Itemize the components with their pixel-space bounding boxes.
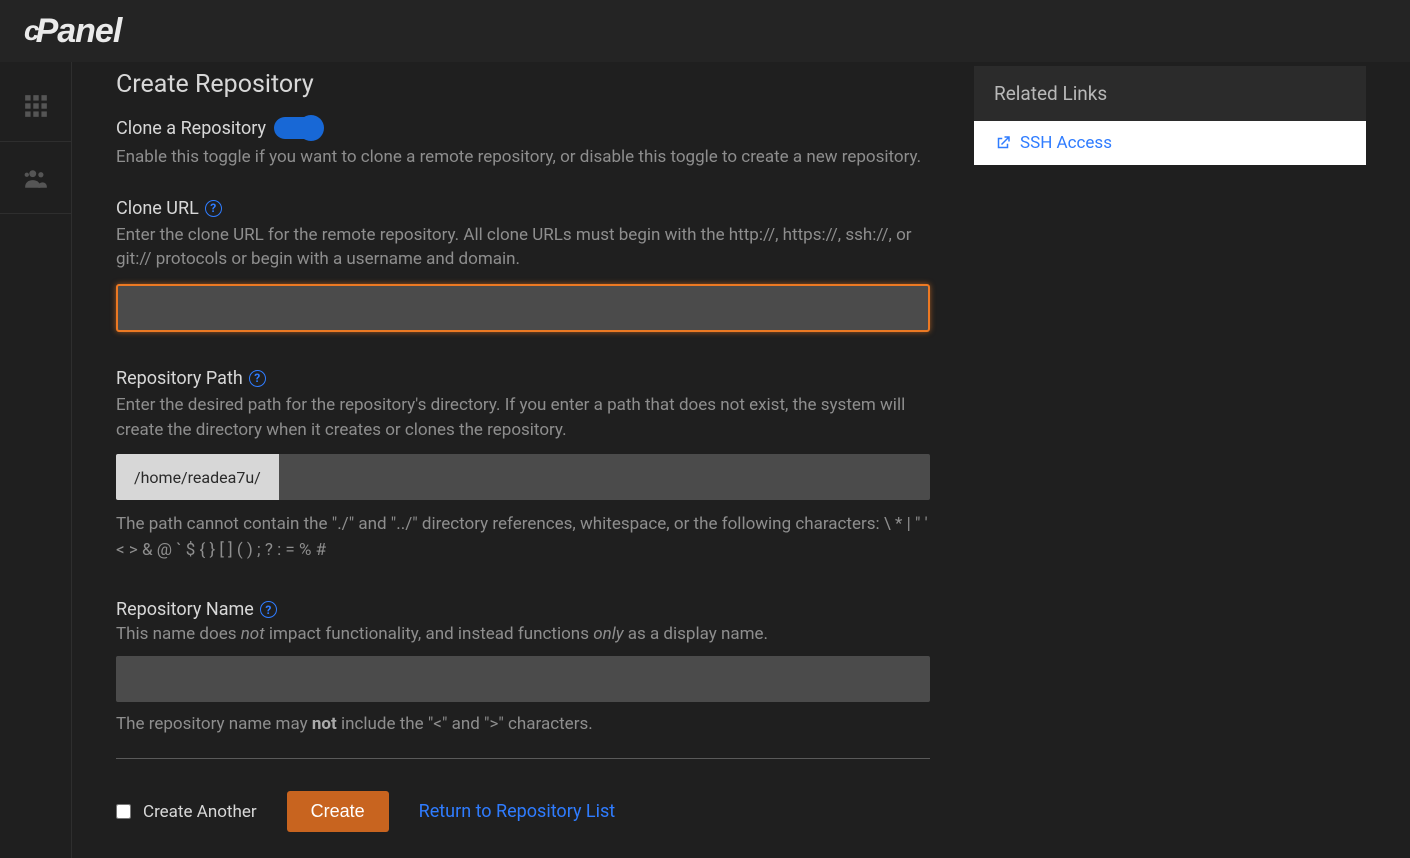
clone-url-help: Enter the clone URL for the remote repos… bbox=[116, 223, 930, 272]
left-nav bbox=[0, 62, 72, 858]
repo-name-help: This name does not impact functionality,… bbox=[116, 624, 930, 644]
create-button[interactable]: Create bbox=[287, 791, 389, 832]
clone-toggle-help: Enable this toggle if you want to clone … bbox=[116, 145, 930, 170]
help-icon[interactable]: ? bbox=[249, 370, 266, 387]
brand-logo: cPanel bbox=[24, 12, 121, 51]
repo-name-label: Repository Name bbox=[116, 599, 254, 620]
repo-name-below: The repository name may not include the … bbox=[116, 714, 930, 734]
external-link-icon bbox=[994, 134, 1012, 152]
repo-path-group: /home/readea7u/ bbox=[116, 454, 930, 500]
ssh-access-link[interactable]: SSH Access bbox=[974, 121, 1366, 165]
clone-url-label: Clone URL bbox=[116, 198, 199, 219]
help-icon[interactable]: ? bbox=[205, 200, 222, 217]
page-title: Create Repository bbox=[116, 70, 930, 99]
top-header: cPanel bbox=[0, 0, 1410, 62]
repo-path-help: Enter the desired path for the repositor… bbox=[116, 393, 930, 442]
nav-users-icon[interactable] bbox=[0, 142, 71, 214]
related-links-panel: Related Links SSH Access bbox=[974, 66, 1366, 165]
help-icon[interactable]: ? bbox=[260, 601, 277, 618]
related-links-header: Related Links bbox=[974, 66, 1366, 121]
repo-path-label: Repository Path bbox=[116, 368, 243, 389]
clone-toggle-label: Clone a Repository bbox=[116, 118, 266, 139]
repo-path-below: The path cannot contain the "./" and "..… bbox=[116, 512, 930, 563]
return-link[interactable]: Return to Repository List bbox=[419, 801, 616, 822]
nav-apps-icon[interactable] bbox=[0, 70, 71, 142]
divider bbox=[116, 758, 930, 759]
create-another-label[interactable]: Create Another bbox=[143, 802, 257, 822]
repo-name-input[interactable] bbox=[116, 656, 930, 702]
create-another-checkbox[interactable] bbox=[116, 804, 131, 819]
clone-toggle[interactable] bbox=[274, 117, 322, 139]
repo-path-input[interactable] bbox=[279, 454, 930, 500]
ssh-access-text: SSH Access bbox=[1020, 133, 1112, 153]
clone-url-input[interactable] bbox=[116, 284, 930, 332]
repo-path-prefix: /home/readea7u/ bbox=[116, 454, 279, 500]
